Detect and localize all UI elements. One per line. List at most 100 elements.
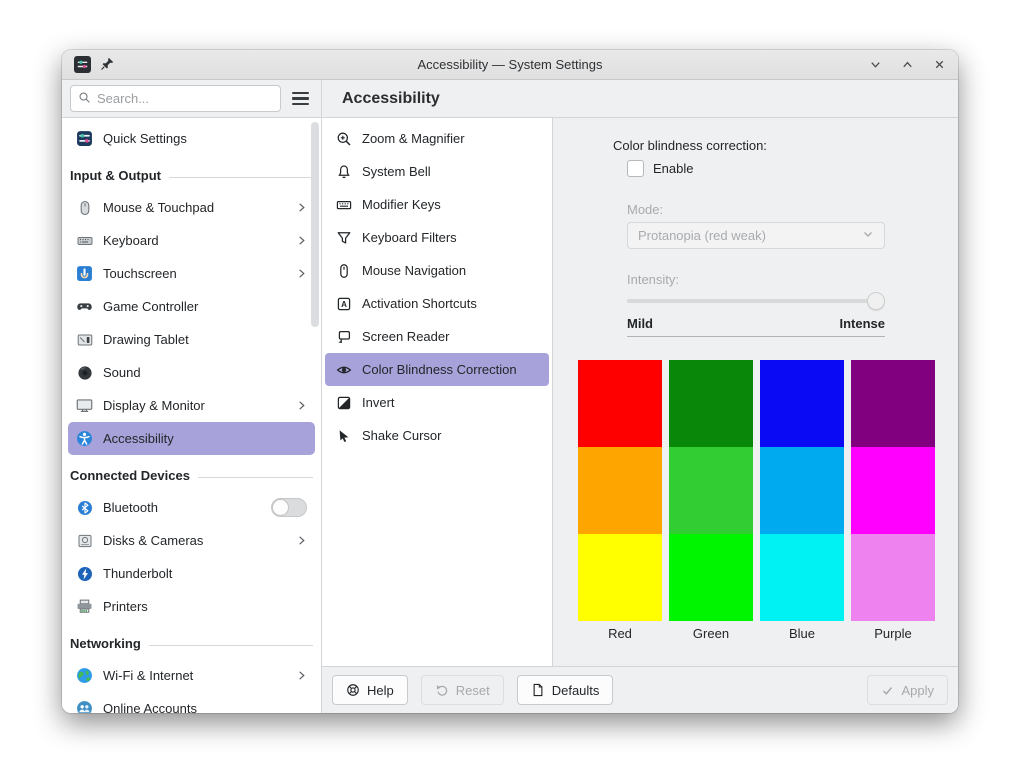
enable-label: Enable [653,161,693,176]
svg-text:A: A [341,300,347,309]
color-column-green: Green [669,360,753,641]
help-button[interactable]: Help [332,675,408,705]
sidebar-item-quick-settings[interactable]: Quick Settings [68,122,315,155]
sidebar-item-wifi-internet[interactable]: Wi-Fi & Internet [68,659,315,692]
sidebar-item-thunderbolt[interactable]: Thunderbolt [68,557,315,590]
color-column-blue: Blue [760,360,844,641]
online-accounts-icon [76,700,93,713]
list-item-mouse-navigation[interactable]: Mouse Navigation [325,254,549,287]
sidebar-item-game-controller[interactable]: Game Controller [68,290,315,323]
sidebar-item-sound[interactable]: Sound [68,356,315,389]
mode-value: Protanopia (red weak) [638,228,862,243]
accessibility-subpage-list: Zoom & Magnifier System Bell Modifier Ke… [322,118,553,666]
list-item-keyboard-filters[interactable]: Keyboard Filters [325,221,549,254]
close-button[interactable] [933,58,946,71]
sidebar-item-disks-cameras[interactable]: Disks & Cameras [68,524,315,557]
apply-button[interactable]: Apply [867,675,948,705]
swatch [669,360,753,447]
sidebar-item-keyboard[interactable]: Keyboard [68,224,315,257]
quick-settings-icon [76,130,93,147]
defaults-button[interactable]: Defaults [517,675,614,705]
titlebar[interactable]: Accessibility — System Settings [62,50,958,80]
minimize-button[interactable] [869,58,882,71]
list-item-color-blindness-correction[interactable]: Color Blindness Correction [325,353,549,386]
swatch [578,447,662,534]
menu-icon[interactable] [287,85,313,112]
sidebar-item-printers[interactable]: Printers [68,590,315,623]
filter-icon [335,229,352,246]
color-column-red: Red [578,360,662,641]
sidebar-section-networking: Networking [68,623,315,659]
sidebar-item-touchscreen[interactable]: Touchscreen [68,257,315,290]
sidebar-item-display-monitor[interactable]: Display & Monitor [68,389,315,422]
modifier-keys-icon [335,196,352,213]
slider-max-label: Intense [839,316,885,331]
mouse-icon [76,199,93,216]
sidebar-item-accessibility[interactable]: Accessibility [68,422,315,455]
column-label: Blue [760,621,844,641]
sidebar-item-online-accounts[interactable]: Online Accounts [68,692,315,713]
slider-groove [627,299,885,303]
column-label: Red [578,621,662,641]
pin-icon[interactable] [100,56,115,74]
divider [627,336,885,337]
swatch [851,360,935,447]
app-icon [74,56,91,73]
correction-label: Color blindness correction: [613,138,767,153]
sound-icon [76,364,93,381]
swatch [669,534,753,621]
search-icon [78,91,91,107]
chevron-right-icon [296,670,307,681]
list-item-zoom-magnifier[interactable]: Zoom & Magnifier [325,122,549,155]
swatch [578,360,662,447]
list-item-system-bell[interactable]: System Bell [325,155,549,188]
system-settings-window: Accessibility — System Settings Access [62,50,958,713]
monitor-icon [76,397,93,414]
accessibility-icon [76,430,93,447]
search-box[interactable] [70,85,281,112]
help-icon [346,683,360,697]
gamepad-icon [76,298,93,315]
sidebar-section-connected-devices: Connected Devices [68,455,315,491]
keyboard-icon [76,232,93,249]
undo-icon [435,683,449,697]
sidebar-scrollbar[interactable] [311,122,319,327]
enable-checkbox-row[interactable]: Enable [627,160,693,177]
color-column-purple: Purple [851,360,935,641]
list-item-modifier-keys[interactable]: Modifier Keys [325,188,549,221]
maximize-button[interactable] [901,58,914,71]
chevron-right-icon [296,535,307,546]
swatch [851,534,935,621]
slider-min-label: Mild [627,316,653,331]
swatch [760,534,844,621]
chevron-right-icon [296,202,307,213]
activation-shortcuts-icon: A [335,295,352,312]
mode-combobox[interactable]: Protanopia (red weak) [627,222,885,249]
checkmark-icon [881,684,894,697]
zoom-magnifier-icon [335,130,352,147]
window-title: Accessibility — System Settings [62,57,958,72]
mouse-navigation-icon [335,262,352,279]
header-strip: Accessibility [62,80,958,118]
search-input[interactable] [97,91,273,106]
sidebar-item-bluetooth[interactable]: Bluetooth [68,491,315,524]
cursor-icon [335,427,352,444]
color-blindness-panel: Color blindness correction: Enable Mode:… [553,118,958,666]
reset-button[interactable]: Reset [421,675,504,705]
chevron-right-icon [296,235,307,246]
slider-handle[interactable] [867,292,885,310]
page-title: Accessibility [322,90,440,108]
list-item-activation-shortcuts[interactable]: A Activation Shortcuts [325,287,549,320]
bluetooth-toggle[interactable] [271,498,307,517]
enable-checkbox[interactable] [627,160,644,177]
bluetooth-icon [76,499,93,516]
document-icon [531,683,545,697]
swatch [851,447,935,534]
sidebar-item-drawing-tablet[interactable]: Drawing Tablet [68,323,315,356]
swatch [760,447,844,534]
intensity-slider[interactable] [627,292,885,310]
list-item-screen-reader[interactable]: Screen Reader [325,320,549,353]
sidebar-item-mouse-touchpad[interactable]: Mouse & Touchpad [68,191,315,224]
list-item-invert[interactable]: Invert [325,386,549,419]
list-item-shake-cursor[interactable]: Shake Cursor [325,419,549,452]
